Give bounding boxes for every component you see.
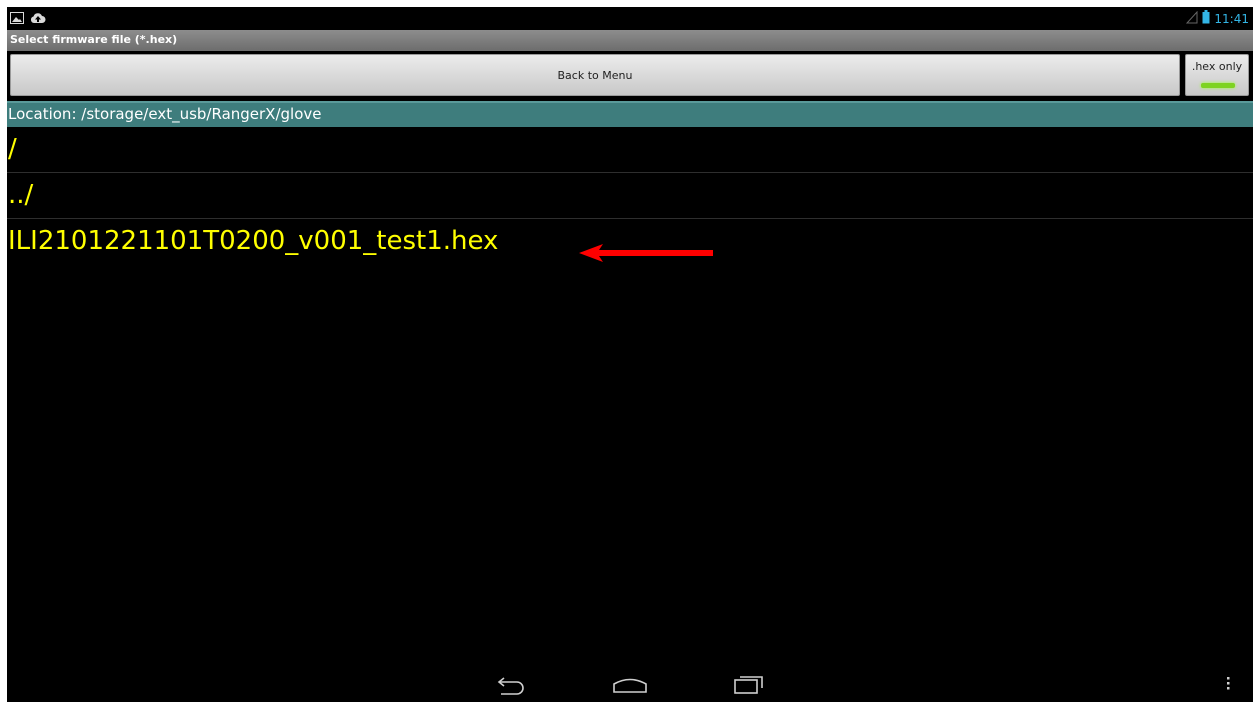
toolbar: Back to Menu .hex only: [7, 51, 1253, 101]
signal-icon: [1186, 10, 1198, 27]
recent-apps-icon[interactable]: [733, 673, 765, 700]
toggle-indicator: [1201, 83, 1235, 88]
hex-only-toggle[interactable]: .hex only: [1185, 54, 1249, 96]
screen: 11:41 Select firmware file (*.hex) Back …: [7, 7, 1253, 702]
file-item-hex[interactable]: ILI2101221101T0200_v001_test1.hex: [7, 219, 1253, 264]
back-icon[interactable]: [495, 673, 527, 700]
title-bar: Select firmware file (*.hex): [7, 30, 1253, 51]
back-to-menu-button[interactable]: Back to Menu: [10, 54, 1180, 96]
status-left-icons: [10, 11, 46, 29]
file-item-root[interactable]: /: [7, 127, 1253, 173]
file-list: / ../ ILI2101221101T0200_v001_test1.hex: [7, 127, 1253, 264]
file-item-label: ILI2101221101T0200_v001_test1.hex: [8, 226, 499, 256]
hex-only-toggle-label: .hex only: [1191, 60, 1243, 73]
cloud-upload-icon: [30, 11, 46, 29]
battery-icon: [1202, 10, 1210, 27]
menu-overflow-icon[interactable]: [1225, 673, 1231, 698]
location-path: Location: /storage/ext_usb/RangerX/glove: [8, 105, 322, 123]
clock: 11:41: [1214, 11, 1249, 26]
red-arrow-annotation: [579, 233, 715, 278]
file-item-parent[interactable]: ../: [7, 173, 1253, 219]
status-right-icons: 11:41: [1186, 10, 1249, 27]
page-title: Select firmware file (*.hex): [10, 33, 178, 46]
location-bar: Location: /storage/ext_usb/RangerX/glove: [7, 101, 1253, 127]
nav-bar: [7, 667, 1253, 702]
image-icon: [10, 11, 24, 29]
home-icon[interactable]: [612, 673, 648, 700]
status-bar: 11:41: [7, 7, 1253, 30]
